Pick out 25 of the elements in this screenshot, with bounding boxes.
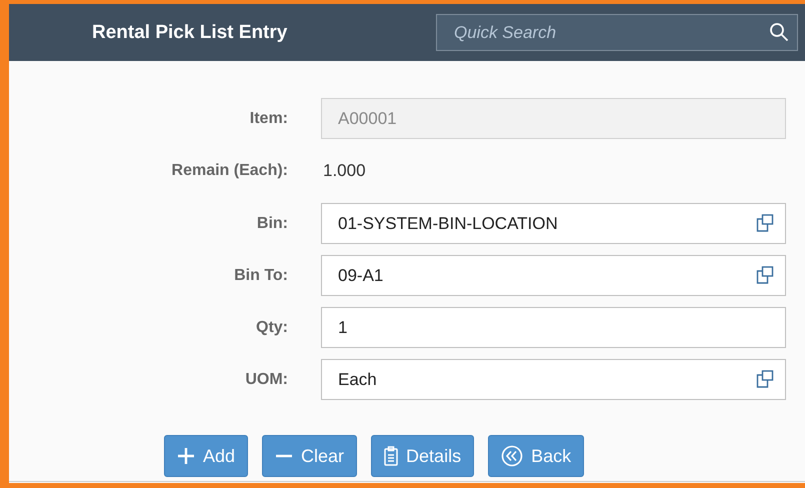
input-field[interactable]: Each — [321, 359, 786, 400]
action-button[interactable]: Details — [371, 435, 474, 477]
field-label: Remain (Each): — [172, 162, 288, 180]
page-title: Rental Pick List Entry — [92, 22, 288, 44]
input-field[interactable]: 01-SYSTEM-BIN-LOCATION — [321, 203, 786, 244]
field-label: Bin: — [256, 214, 288, 232]
field-label: Qty: — [256, 318, 288, 336]
minus-icon — [275, 454, 294, 458]
field-label: UOM: — [245, 370, 288, 388]
clipboard-icon — [384, 446, 398, 466]
action-button[interactable]: Back — [488, 435, 584, 477]
value-help-icon[interactable] — [756, 370, 774, 388]
action-button[interactable]: Add — [164, 435, 248, 477]
double-chevron-left-icon — [501, 445, 524, 467]
input-field[interactable]: 09-A1 — [321, 255, 786, 296]
value-help-icon[interactable] — [756, 214, 774, 232]
search-icon — [769, 22, 789, 42]
search-field[interactable]: Quick Search — [436, 14, 798, 51]
input-field[interactable]: 1 — [321, 307, 786, 348]
value-help-icon[interactable] — [756, 266, 774, 284]
field-label: Item: — [250, 110, 288, 128]
action-button[interactable]: Clear — [262, 435, 358, 477]
field-label: Bin To: — [234, 266, 288, 284]
plus-icon — [177, 447, 195, 465]
field-value: 1.000 — [322, 160, 367, 182]
